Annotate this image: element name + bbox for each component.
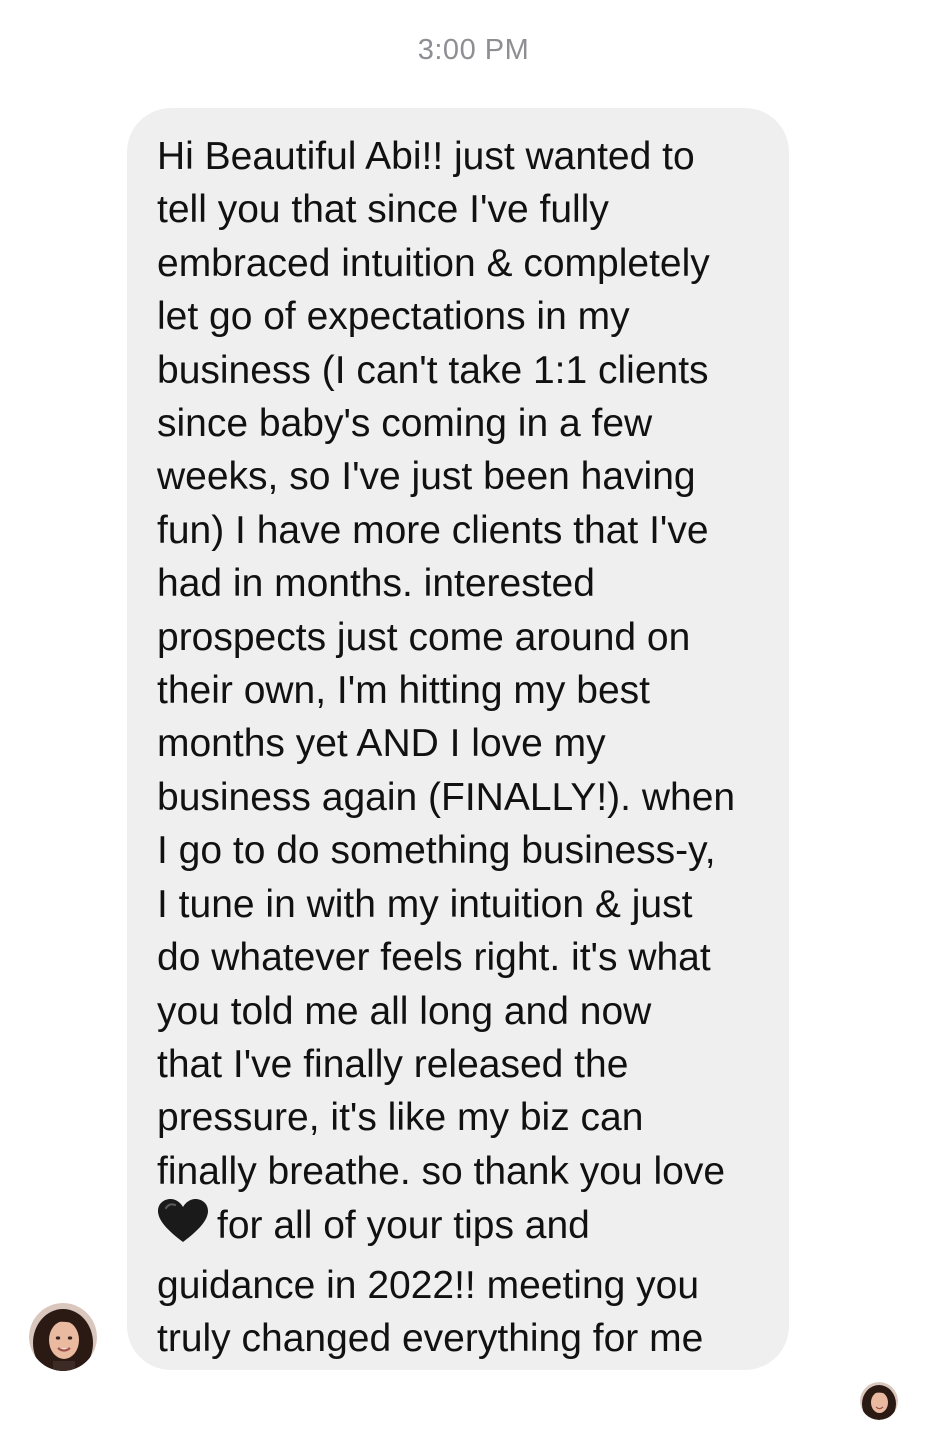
message-line: pressure, it's like my biz can bbox=[157, 1096, 644, 1140]
message-line: prospects just come around on bbox=[157, 615, 691, 659]
heart-line-text: for all of your tips and bbox=[217, 1204, 590, 1248]
read-receipt-avatar bbox=[860, 1382, 898, 1420]
message-line: business (I can't take 1:1 clients bbox=[157, 348, 709, 392]
message-bubble[interactable]: Hi Beautiful Abi!! just wanted to tell y… bbox=[127, 108, 789, 1370]
message-line: I go to do something business-y, bbox=[157, 829, 716, 873]
message-line: that I've finally released the bbox=[157, 1042, 629, 1086]
message-line: guidance in 2022!! meeting you bbox=[157, 1263, 700, 1307]
message-line: months yet AND I love my bbox=[157, 722, 606, 766]
message-line: do whatever feels right. it's what bbox=[157, 936, 711, 980]
message-line: finally breathe. so thank you love bbox=[157, 1149, 726, 1193]
message-line: truly changed everything for me bbox=[157, 1316, 704, 1360]
message-line: you told me all long and now bbox=[157, 989, 652, 1033]
message-line: business again (FINALLY!). when bbox=[157, 775, 736, 819]
message-line: I tune in with my intuition & just bbox=[157, 882, 693, 926]
black-heart-icon bbox=[157, 1198, 209, 1258]
message-line: had in months. interested bbox=[157, 562, 595, 606]
message-line: tell you that since I've fully bbox=[157, 188, 609, 232]
message-line: embraced intuition & completely bbox=[157, 241, 710, 285]
message-line-with-heart: for all of your tips and bbox=[157, 1198, 769, 1258]
message-line: since baby's coming in a few bbox=[157, 402, 653, 446]
message-line: their own, I'm hitting my best bbox=[157, 669, 650, 713]
sender-avatar[interactable] bbox=[29, 1303, 97, 1371]
message-line: let go of expectations in my bbox=[157, 295, 630, 339]
message-timestamp: 3:00 PM bbox=[417, 34, 530, 66]
message-line: Hi Beautiful Abi!! just wanted to bbox=[157, 135, 695, 178]
message-line: fun) I have more clients that I've bbox=[157, 508, 709, 552]
message-line: weeks, so I've just been having bbox=[157, 455, 696, 499]
